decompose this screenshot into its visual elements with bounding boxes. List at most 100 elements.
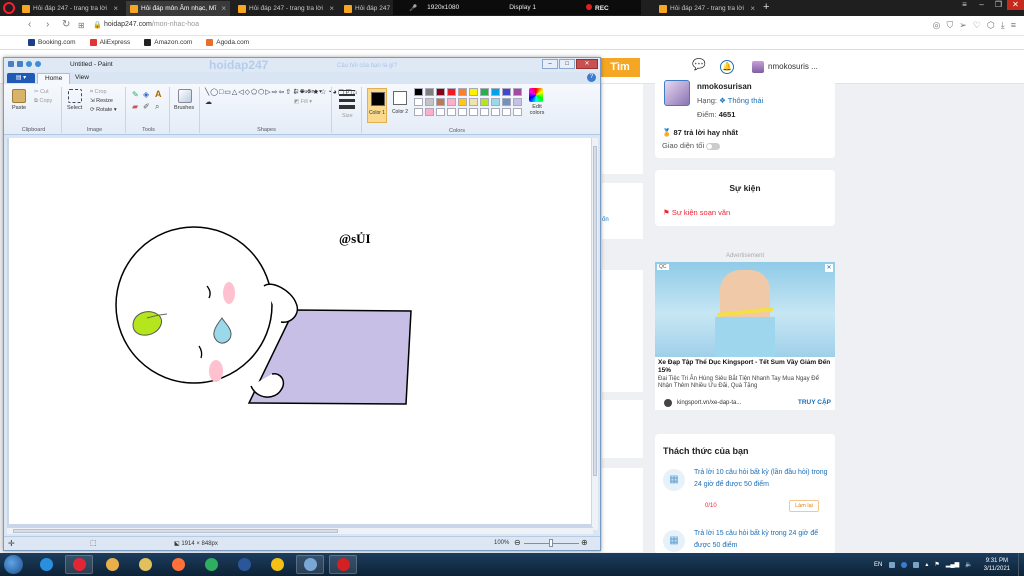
palette-swatch[interactable]	[458, 98, 467, 106]
browser-tab[interactable]: Hỏi đáp 247 - trang tra lời ×	[18, 1, 122, 16]
size-button[interactable]: Size	[342, 113, 353, 119]
palette-swatch[interactable]	[480, 98, 489, 106]
palette-swatch[interactable]	[491, 108, 500, 116]
color-picker-icon[interactable]: ✐	[143, 102, 150, 111]
color1-selector[interactable]: Color 1	[367, 88, 387, 123]
palette-swatch[interactable]	[447, 108, 456, 116]
shapes-gallery[interactable]: ╲◯□▭△◁◇⬠⬡▷⇨⇦⇧⇩✦✧★☆◔◕▢◰⌂☁	[205, 88, 357, 108]
rec-button[interactable]: REC	[586, 3, 609, 12]
clock[interactable]: 9:31 PM 3/11/2021	[984, 557, 1010, 573]
palette-swatch[interactable]	[414, 108, 423, 116]
dark-mode-toggle[interactable]	[706, 142, 721, 150]
close-icon[interactable]: ×	[113, 4, 118, 13]
challenge-text[interactable]: Trả lời 10 câu hỏi bất kỳ (lần đầu hỏi) …	[694, 467, 829, 491]
bookmark-amazon[interactable]: Amazon.com	[144, 39, 192, 46]
palette-swatch[interactable]	[513, 88, 522, 96]
speed-dial-icon[interactable]: ⊞	[78, 21, 85, 30]
start-button[interactable]	[4, 555, 23, 574]
cut-button[interactable]: ✂ Cut	[34, 89, 49, 95]
event-link[interactable]: Sự kiện soạn văn	[672, 208, 730, 217]
ad-text-block[interactable]: Xe Đạp Tập Thể Dục Kingsport - Tết Sum V…	[655, 357, 835, 410]
palette-swatch[interactable]	[436, 98, 445, 106]
text-tool-icon[interactable]: A	[155, 89, 162, 99]
cube-icon[interactable]: ⬡	[987, 20, 995, 31]
taskbar-app-opera[interactable]	[65, 555, 93, 574]
palette-swatch[interactable]	[447, 88, 456, 96]
browser-tab[interactable]: Hỏi đáp 247 - trang tra lời ×	[655, 1, 759, 16]
microphone-icon[interactable]: 🎤	[409, 4, 417, 12]
profile-name[interactable]: nmokosurisan	[697, 82, 752, 91]
paint-file-menu-button[interactable]: ▤ ▾	[7, 73, 35, 83]
fill-bucket-icon[interactable]: ◈	[143, 90, 149, 99]
palette-swatch[interactable]	[414, 88, 423, 96]
tab-view[interactable]: View	[68, 73, 96, 84]
browser-tab[interactable]: Hỏi đáp 247	[340, 1, 392, 16]
close-icon[interactable]: ×	[329, 4, 334, 13]
palette-swatch[interactable]	[425, 88, 434, 96]
palette-swatch[interactable]	[502, 98, 511, 106]
help-tray-icon[interactable]	[901, 561, 908, 568]
flag-icon[interactable]: ⚑	[934, 561, 939, 568]
bookmark-aliexpress[interactable]: AliExpress	[89, 39, 130, 46]
search-button[interactable]: Tìm	[600, 58, 640, 77]
eraser-icon[interactable]: ▰	[132, 102, 138, 111]
close-icon[interactable]: ×	[221, 4, 226, 13]
show-desktop-button[interactable]	[1018, 553, 1024, 576]
outline-button[interactable]: ⊡ Outline ▾	[294, 89, 322, 95]
size-lines-icon[interactable]	[339, 90, 355, 109]
ad-cta-button[interactable]: TRUY CẬP	[798, 399, 831, 406]
canvas-vertical-scrollbar[interactable]	[591, 138, 598, 530]
zoom-in-icon[interactable]: ⊕	[581, 538, 588, 547]
bookmark-agoda[interactable]: Agoda.com	[206, 39, 249, 46]
profile-avatar[interactable]	[664, 80, 690, 106]
network-icon[interactable]: ▂▄▆	[946, 561, 959, 568]
palette-swatch[interactable]	[436, 88, 445, 96]
reload-icon[interactable]: ↻	[62, 19, 70, 30]
magnifier-icon[interactable]: ⌕	[155, 102, 159, 112]
close-window-icon[interactable]: ✕	[1007, 0, 1024, 10]
resize-button[interactable]: ⇲ Resize	[90, 98, 113, 104]
canvas-horizontal-scrollbar[interactable]	[7, 527, 593, 534]
menu-lines-icon[interactable]: ≡	[1011, 20, 1016, 31]
paint-title-bar[interactable]: Untitled - Paint hoidap247 Câu hỏi của b…	[4, 58, 600, 72]
shield-icon[interactable]: ⛉	[947, 20, 954, 31]
palette-swatch[interactable]	[414, 98, 423, 106]
send-icon[interactable]: ➢	[959, 20, 967, 31]
maximize-icon[interactable]: □	[559, 59, 575, 69]
close-icon[interactable]: ×	[750, 4, 755, 13]
header-username[interactable]: nmokosuris ...	[768, 62, 818, 71]
tray-icon[interactable]	[889, 561, 896, 568]
palette-swatch[interactable]	[502, 88, 511, 96]
palette-swatch[interactable]	[425, 98, 434, 106]
language-indicator[interactable]: EN	[874, 562, 882, 568]
scroll-thumb[interactable]	[13, 529, 338, 533]
drawing-canvas[interactable]: @sỦI	[9, 138, 591, 524]
avatar[interactable]	[752, 61, 764, 73]
chevron-up-icon[interactable]: ▴	[925, 561, 928, 568]
palette-swatch[interactable]	[502, 108, 511, 116]
select-icon[interactable]	[68, 89, 82, 103]
palette-swatch[interactable]	[469, 108, 478, 116]
brushes-icon[interactable]	[178, 89, 192, 103]
taskbar-app-chrome[interactable]	[263, 555, 291, 574]
scroll-thumb[interactable]	[593, 146, 597, 476]
palette-swatch[interactable]	[458, 88, 467, 96]
browser-tab[interactable]: Hỏi đáp 247 - trang tra lời ×	[234, 1, 338, 16]
ad-title[interactable]: Xe Đạp Tập Thể Dục Kingsport - Tết Sum V…	[658, 359, 832, 375]
fill-button[interactable]: ◩ Fill ▾	[294, 99, 312, 105]
palette-swatch[interactable]	[447, 98, 456, 106]
palette-swatch[interactable]	[491, 98, 500, 106]
ad-link[interactable]: kingsport.vn/xe-dap-ta...	[677, 400, 741, 406]
browser-tab-active[interactable]: Hỏi đáp môn Âm nhạc, Mĩ ×	[126, 1, 230, 16]
undo-icon[interactable]	[26, 61, 32, 67]
taskbar-app-word[interactable]	[230, 555, 258, 574]
bookmark-booking[interactable]: Booking.com	[28, 39, 76, 46]
ad-image[interactable]: QC ✕	[655, 262, 835, 357]
url-field[interactable]: hoidap247.com/mon-nhac-hoa	[104, 21, 199, 28]
volume-icon[interactable]: 🔈	[965, 561, 972, 568]
chat-icon[interactable]: 💬	[692, 60, 706, 74]
rotate-button[interactable]: ⟳ Rotate ▾	[90, 107, 117, 113]
ad-close-icon[interactable]: ✕	[825, 264, 833, 272]
menu-icon[interactable]: ≡	[956, 0, 973, 10]
new-tab-button[interactable]: +	[763, 1, 769, 13]
